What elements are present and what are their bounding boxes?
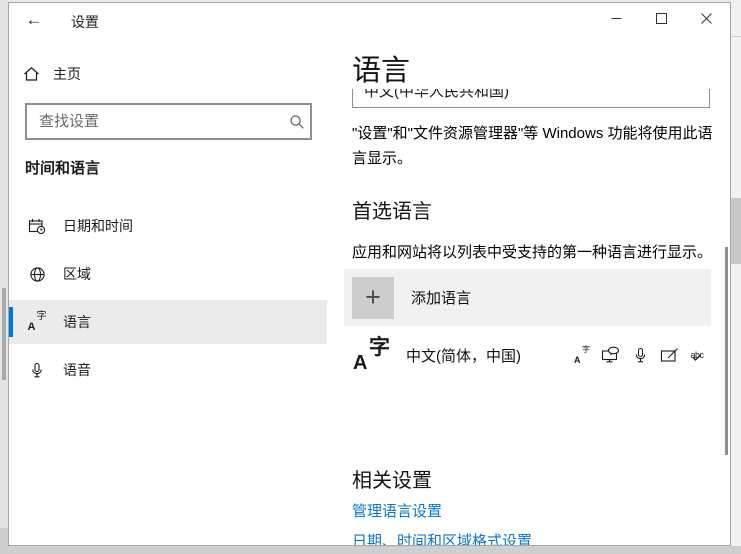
basic-typing-icon: abc xyxy=(690,350,704,361)
back-arrow-icon: ← xyxy=(25,10,43,29)
sidebar-item-region[interactable]: 区域 xyxy=(9,252,327,296)
background-scrollbar-fragment xyxy=(2,288,6,380)
preferred-languages-description: 应用和网站将以列表中受支持的第一种语言进行显示。 xyxy=(352,244,713,261)
sidebar-item-label: 语音 xyxy=(63,362,91,378)
search-input[interactable] xyxy=(27,113,284,130)
add-language-button[interactable]: + 添加语言 xyxy=(344,269,711,326)
search-box xyxy=(25,103,312,140)
speech-recognition-icon xyxy=(630,345,650,365)
maximize-icon xyxy=(656,13,667,24)
plus-icon: + xyxy=(352,276,394,319)
date-time-region-format-link[interactable]: 日期、时间和区域格式设置 xyxy=(352,530,532,545)
language-list-item[interactable]: A字 中文(简体，中国) A字 abc xyxy=(344,331,711,379)
microphone-icon xyxy=(27,362,47,379)
sidebar-item-date-time[interactable]: 日期和时间 xyxy=(9,204,327,248)
display-language-description: "设置"和"文件资源管理器"等 Windows 功能将使用此语言显示。 xyxy=(352,125,713,167)
globe-icon xyxy=(27,266,47,283)
maximize-button[interactable] xyxy=(639,3,684,34)
calendar-clock-icon xyxy=(27,218,47,235)
vertical-scrollbar[interactable] xyxy=(725,247,728,455)
sidebar-item-label: 区域 xyxy=(63,266,91,282)
background-right-strip xyxy=(731,0,741,554)
admin-language-settings-link[interactable]: 管理语言设置 xyxy=(352,500,442,521)
home-label: 主页 xyxy=(53,66,81,82)
background-line xyxy=(731,36,741,37)
sidebar-section-header: 时间和语言 xyxy=(25,160,101,177)
sidebar-item-label: 日期和时间 xyxy=(63,218,133,234)
handwriting-icon xyxy=(659,345,679,365)
sidebar-item-home[interactable]: 主页 xyxy=(23,59,323,89)
close-button[interactable] xyxy=(684,3,729,34)
add-language-label: 添加语言 xyxy=(411,290,472,307)
display-language-dropdown[interactable]: 中文(中华人民共和国) xyxy=(352,89,710,108)
minimize-button[interactable] xyxy=(594,3,639,34)
minimize-icon xyxy=(611,18,622,19)
settings-window: ← 设置 主页 时间和语言 日期和时间 xyxy=(8,2,731,546)
back-button[interactable]: ← xyxy=(19,7,49,33)
sidebar-item-speech[interactable]: 语音 xyxy=(9,348,327,392)
related-settings-title: 相关设置 xyxy=(352,470,432,492)
language-name: 中文(简体，中国) xyxy=(406,347,521,365)
language-icon: A字 xyxy=(27,310,47,333)
search-icon[interactable] xyxy=(284,114,310,130)
background-left-strip xyxy=(0,0,8,554)
background-block xyxy=(731,198,741,264)
display-language-value: 中文(中华人民共和国) xyxy=(364,89,509,100)
home-icon xyxy=(24,66,39,81)
language-capabilities: A字 abc xyxy=(572,345,706,365)
text-to-speech-icon xyxy=(601,345,621,365)
background-bottom-strip xyxy=(0,546,741,554)
preferred-languages-title: 首选语言 xyxy=(352,201,432,223)
sidebar-item-language[interactable]: A字 语言 xyxy=(9,300,327,344)
page-title: 语言 xyxy=(352,55,411,87)
close-icon xyxy=(701,13,712,24)
display-language-icon: A字 xyxy=(574,344,590,365)
language-big-icon: A字 xyxy=(353,336,390,374)
sidebar-item-label: 语言 xyxy=(63,314,91,330)
window-title: 设置 xyxy=(71,14,99,30)
